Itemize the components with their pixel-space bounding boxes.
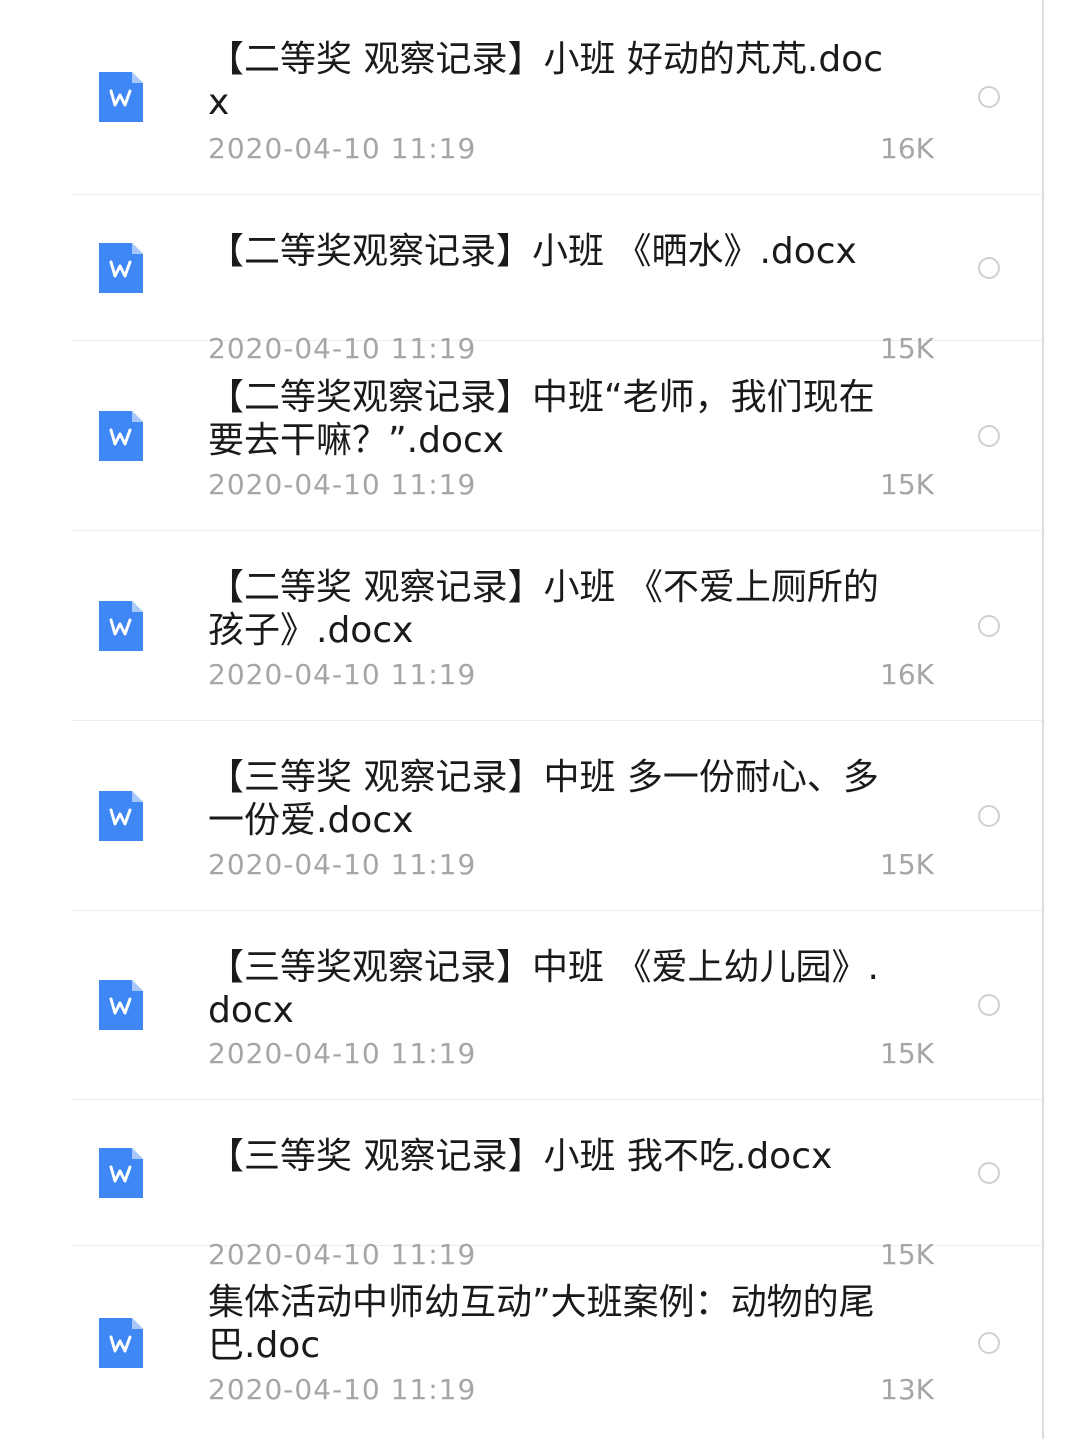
file-size: 15K bbox=[880, 848, 934, 881]
select-radio-button[interactable] bbox=[978, 1161, 1000, 1184]
file-browser-screen: 【二等奖 观察记录】小班 好动的芃芃.docx 2020-04-10 11:19 1… bbox=[0, 0, 1080, 1439]
select-radio-button[interactable] bbox=[978, 256, 1000, 279]
file-row[interactable]: 【二等奖观察记录】小班 《晒水》.docx 2020-04-10 11:19 15K bbox=[72, 195, 1042, 365]
word-doc-icon bbox=[99, 980, 143, 1030]
file-size: 15K bbox=[880, 1037, 934, 1070]
file-size: 16K bbox=[880, 132, 934, 165]
file-modified-date: 2020-04-10 11:19 bbox=[208, 1373, 477, 1406]
select-radio-button[interactable] bbox=[978, 994, 1000, 1016]
word-doc-icon bbox=[99, 72, 143, 122]
panel-edge-divider bbox=[1042, 0, 1044, 1439]
file-name: 【三等奖观察记录】中班 《爱上幼儿园》.docx bbox=[208, 947, 879, 1031]
select-radio-button[interactable] bbox=[978, 86, 1000, 108]
file-size: 15K bbox=[880, 468, 934, 501]
word-doc-icon bbox=[99, 790, 143, 841]
file-name: 【二等奖 观察记录】小班 《不爱上厕所的孩子》.docx bbox=[208, 567, 879, 651]
file-modified-date: 2020-04-10 11:19 bbox=[208, 132, 477, 165]
word-doc-icon bbox=[99, 242, 143, 293]
select-radio-button[interactable] bbox=[978, 424, 1000, 447]
file-name: 【二等奖 观察记录】小班 好动的芃芃.docx bbox=[208, 39, 884, 123]
file-name: 集体活动中师幼互动”大班案例：动物的尾巴.doc bbox=[208, 1282, 875, 1366]
file-list: 【二等奖 观察记录】小班 好动的芃芃.docx 2020-04-10 11:19 1… bbox=[0, 0, 1042, 1439]
file-modified-date: 2020-04-10 11:19 bbox=[208, 468, 477, 501]
file-row[interactable]: 【二等奖 观察记录】小班 《不爱上厕所的孩子》.docx 2020-04-10 1… bbox=[72, 531, 1042, 721]
word-doc-icon bbox=[99, 600, 143, 651]
word-doc-icon bbox=[99, 1147, 143, 1198]
file-modified-date: 2020-04-10 11:19 bbox=[208, 658, 477, 691]
file-row[interactable]: 【三等奖 观察记录】小班 我不吃.docx 2020-04-10 11:19 15K bbox=[72, 1100, 1042, 1271]
file-row[interactable]: 【二等奖 观察记录】小班 好动的芃芃.docx 2020-04-10 11:19 1… bbox=[72, 0, 1042, 195]
file-modified-date: 2020-04-10 11:19 bbox=[208, 848, 477, 881]
select-radio-button[interactable] bbox=[978, 614, 1000, 637]
file-size: 13K bbox=[880, 1373, 934, 1406]
file-row[interactable]: 【二等奖观察记录】中班“老师，我们现在要去干嘛？”.docx 2020-04-10… bbox=[72, 341, 1042, 531]
select-radio-button[interactable] bbox=[978, 1331, 1000, 1354]
file-row[interactable]: 【三等奖 观察记录】中班 多一份耐心、多一份爱.docx 2020-04-10 1… bbox=[72, 721, 1042, 911]
file-name: 【三等奖 观察记录】中班 多一份耐心、多一份爱.docx bbox=[208, 757, 879, 841]
select-radio-button[interactable] bbox=[978, 804, 1000, 827]
file-name: 【二等奖观察记录】小班 《晒水》.docx bbox=[208, 231, 857, 272]
file-row[interactable]: 【三等奖观察记录】中班 《爱上幼儿园》.docx 2020-04-10 11:19… bbox=[72, 911, 1042, 1100]
word-doc-icon bbox=[99, 410, 143, 461]
file-name: 【三等奖 观察记录】小班 我不吃.docx bbox=[208, 1136, 833, 1177]
word-doc-icon bbox=[99, 1317, 143, 1368]
file-row[interactable]: 集体活动中师幼互动”大班案例：动物的尾巴.doc 2020-04-10 11:19… bbox=[72, 1246, 1042, 1439]
file-size: 16K bbox=[880, 658, 934, 691]
file-name: 【二等奖观察记录】中班“老师，我们现在要去干嘛？”.docx bbox=[208, 377, 875, 461]
file-modified-date: 2020-04-10 11:19 bbox=[208, 1037, 477, 1070]
